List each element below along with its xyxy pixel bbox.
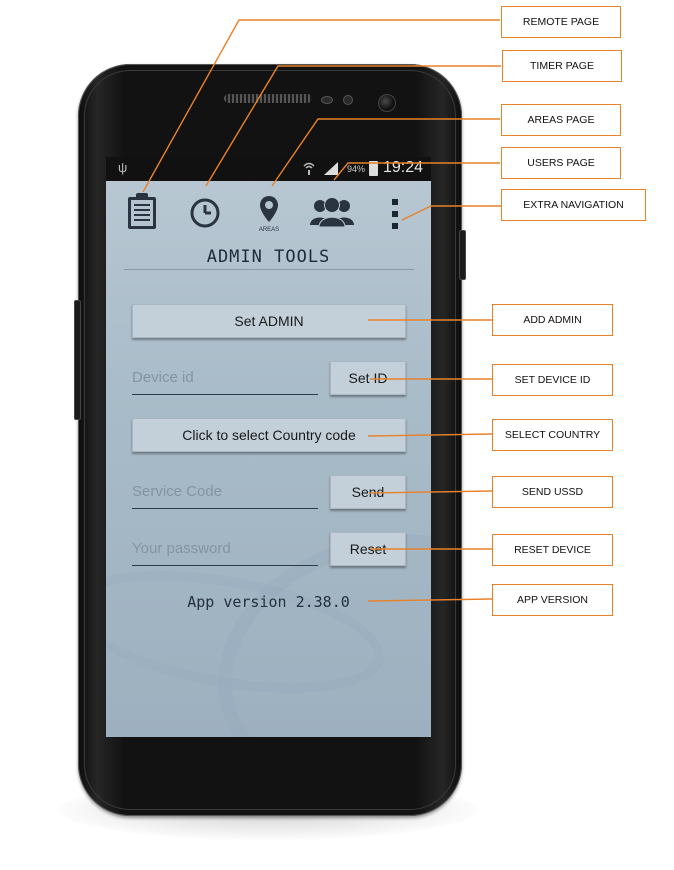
app-version-text: App version 2.38.0 bbox=[187, 593, 350, 611]
callout-areas-page: AREAS PAGE bbox=[501, 104, 621, 136]
callout-reset-device: RESET DEVICE bbox=[492, 534, 613, 566]
clock-icon[interactable] bbox=[189, 197, 221, 234]
callout-remote-page: REMOTE PAGE bbox=[501, 6, 621, 38]
callout-extra-navigation: EXTRA NAVIGATION bbox=[501, 189, 646, 221]
users-icon[interactable] bbox=[308, 197, 356, 232]
page-title: ADMIN TOOLS bbox=[206, 247, 331, 267]
clock-time: 19:24 bbox=[383, 159, 424, 176]
front-camera bbox=[378, 94, 396, 112]
battery-percent: 94% bbox=[347, 164, 366, 174]
app-screen: ψ 94% 19:24 AREAS ADMIN TOOLS Set ADMIN … bbox=[106, 157, 431, 737]
reset-button[interactable]: Reset bbox=[330, 532, 406, 566]
power-button bbox=[459, 230, 466, 280]
status-bar: ψ 94% 19:24 bbox=[106, 157, 431, 181]
set-admin-button[interactable]: Set ADMIN bbox=[132, 304, 406, 338]
proximity-sensor bbox=[321, 96, 333, 104]
title-divider bbox=[124, 269, 414, 270]
battery-icon bbox=[369, 161, 378, 176]
callout-send-ussd: SEND USSD bbox=[492, 476, 613, 508]
callout-users-page: USERS PAGE bbox=[501, 147, 621, 179]
send-button[interactable]: Send bbox=[330, 475, 406, 509]
set-id-button[interactable]: Set ID bbox=[330, 361, 406, 395]
usb-icon: ψ bbox=[118, 160, 128, 175]
password-field[interactable]: Your password bbox=[132, 532, 318, 566]
location-pin-icon[interactable]: AREAS bbox=[254, 195, 284, 233]
callout-set-device-id: SET DEVICE ID bbox=[492, 364, 613, 396]
overflow-menu-icon[interactable] bbox=[392, 199, 398, 234]
clipboard-icon[interactable] bbox=[126, 191, 158, 236]
areas-label: AREAS bbox=[258, 227, 280, 233]
signal-icon bbox=[302, 160, 342, 179]
select-country-button[interactable]: Click to select Country code bbox=[132, 418, 406, 452]
callout-app-version: APP VERSION bbox=[492, 584, 613, 616]
callout-timer-page: TIMER PAGE bbox=[502, 50, 622, 82]
callout-add-admin: ADD ADMIN bbox=[492, 304, 613, 336]
volume-button bbox=[74, 300, 81, 420]
callout-select-country: SELECT COUNTRY bbox=[492, 419, 613, 451]
service-code-field[interactable]: Service Code bbox=[132, 475, 318, 509]
earpiece-speaker bbox=[224, 94, 312, 103]
light-sensor bbox=[343, 95, 353, 105]
device-id-field[interactable]: Device id bbox=[132, 361, 318, 395]
